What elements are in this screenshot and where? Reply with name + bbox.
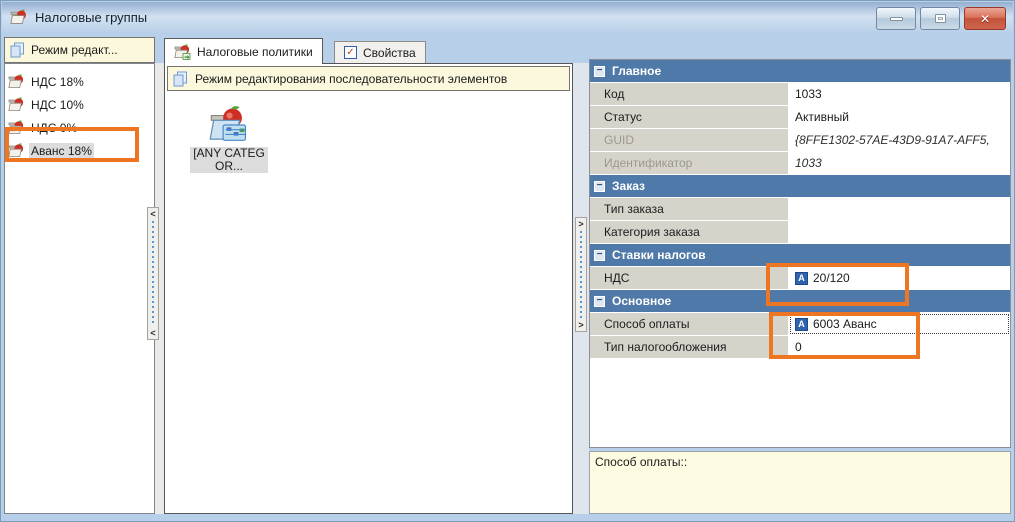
property-label: Код xyxy=(590,83,789,105)
section-title: Ставки налогов xyxy=(612,248,706,262)
list-item-label: НДС 10% xyxy=(29,97,86,113)
collapse-minus-icon[interactable]: − xyxy=(594,66,605,77)
splitter-dots xyxy=(152,221,154,326)
list-item-nds10[interactable]: НДС 10% xyxy=(5,93,154,116)
folder-apple-icon xyxy=(8,97,25,113)
folder-apple-icon xyxy=(8,74,25,90)
copy-pages-icon xyxy=(173,71,188,87)
category-item[interactable]: [ANY CATEGOR... xyxy=(183,106,275,173)
property-label: Тип налогообложения xyxy=(590,336,789,358)
close-icon: ✕ xyxy=(980,13,990,25)
folder-apple-arrow-icon xyxy=(174,44,191,60)
property-description-text: Способ оплаты:: xyxy=(595,455,687,469)
collapse-minus-icon[interactable]: − xyxy=(594,181,605,192)
property-description-box: Способ оплаты:: xyxy=(589,451,1011,514)
canvas-mode-label: Режим редактирования последовательности … xyxy=(195,72,507,86)
title-bar[interactable]: Налоговые группы ✕ xyxy=(2,2,1013,32)
canvas-mode-header[interactable]: Режим редактирования последовательности … xyxy=(167,66,570,91)
tab-properties[interactable]: ✓ Свойства xyxy=(334,41,426,63)
annotation-box-avans xyxy=(5,127,139,162)
property-row[interactable]: Идентификатор 1033 xyxy=(590,152,1010,175)
minimize-icon xyxy=(890,17,903,21)
close-button[interactable]: ✕ xyxy=(964,7,1006,30)
property-row[interactable]: Тип заказа xyxy=(590,198,1010,221)
maximize-button[interactable] xyxy=(920,7,960,30)
section-title: Заказ xyxy=(612,179,645,193)
app-window: Налоговые группы ✕ Режим редакт... НДС 1… xyxy=(0,0,1015,522)
expand-right-icon: > xyxy=(578,320,583,330)
checkbox-check-icon: ✓ xyxy=(344,46,357,59)
property-value[interactable]: 1033 xyxy=(789,83,1010,105)
app-icon xyxy=(10,9,28,26)
property-value[interactable]: Активный xyxy=(789,106,1010,128)
category-folder-icon xyxy=(209,106,249,144)
section-title: Основное xyxy=(612,294,671,308)
property-label: Категория заказа xyxy=(590,221,789,243)
property-label: Способ оплаты xyxy=(590,313,789,335)
property-row[interactable]: Код 1033 xyxy=(590,83,1010,106)
section-title: Главное xyxy=(612,64,661,78)
right-splitter-handle[interactable]: > > xyxy=(575,217,587,332)
collapse-minus-icon[interactable]: − xyxy=(594,296,605,307)
property-value[interactable] xyxy=(789,221,1010,243)
section-header-order[interactable]: − Заказ xyxy=(590,175,1010,198)
left-splitter-handle[interactable]: < < xyxy=(147,207,159,340)
left-panel-header[interactable]: Режим редакт... xyxy=(4,37,155,63)
maximize-icon xyxy=(935,14,946,23)
property-label: Статус xyxy=(590,106,789,128)
property-row[interactable]: Категория заказа xyxy=(590,221,1010,244)
property-label: Тип заказа xyxy=(590,198,789,220)
expand-right-icon: > xyxy=(578,219,583,229)
property-label: НДС xyxy=(590,267,789,289)
policy-canvas: Режим редактирования последовательности … xyxy=(164,63,573,514)
property-label: Идентификатор xyxy=(590,152,789,174)
category-item-label: [ANY CATEGOR... xyxy=(190,147,268,173)
section-header-main[interactable]: − Главное xyxy=(590,60,1010,83)
property-row[interactable]: Статус Активный xyxy=(590,106,1010,129)
copy-pages-icon xyxy=(10,42,25,58)
list-item-label: НДС 18% xyxy=(29,74,86,90)
property-value: 1033 xyxy=(789,152,1010,174)
minimize-button[interactable] xyxy=(876,7,916,30)
annotation-box-payment-value xyxy=(769,312,920,359)
list-item-nds18[interactable]: НДС 18% xyxy=(5,70,154,93)
property-grid: − Главное Код 1033 Статус Активный GUID … xyxy=(589,59,1011,448)
tab-label: Налоговые политики xyxy=(197,45,313,59)
collapse-minus-icon[interactable]: − xyxy=(594,250,605,261)
window-title: Налоговые группы xyxy=(35,10,147,25)
annotation-box-nds-value xyxy=(766,263,909,306)
property-value: {8FFE1302-57AE-43D9-91A7-AFF5, xyxy=(789,129,1010,151)
left-panel-header-label: Режим редакт... xyxy=(31,43,118,57)
collapse-left-icon: < xyxy=(150,209,155,219)
collapse-left-icon: < xyxy=(150,328,155,338)
property-label: GUID xyxy=(590,129,789,151)
tab-tax-policies[interactable]: Налоговые политики xyxy=(164,38,323,64)
splitter-dots xyxy=(580,231,582,318)
tab-label: Свойства xyxy=(363,46,416,60)
property-row[interactable]: GUID {8FFE1302-57AE-43D9-91A7-AFF5, xyxy=(590,129,1010,152)
property-value[interactable] xyxy=(789,198,1010,220)
